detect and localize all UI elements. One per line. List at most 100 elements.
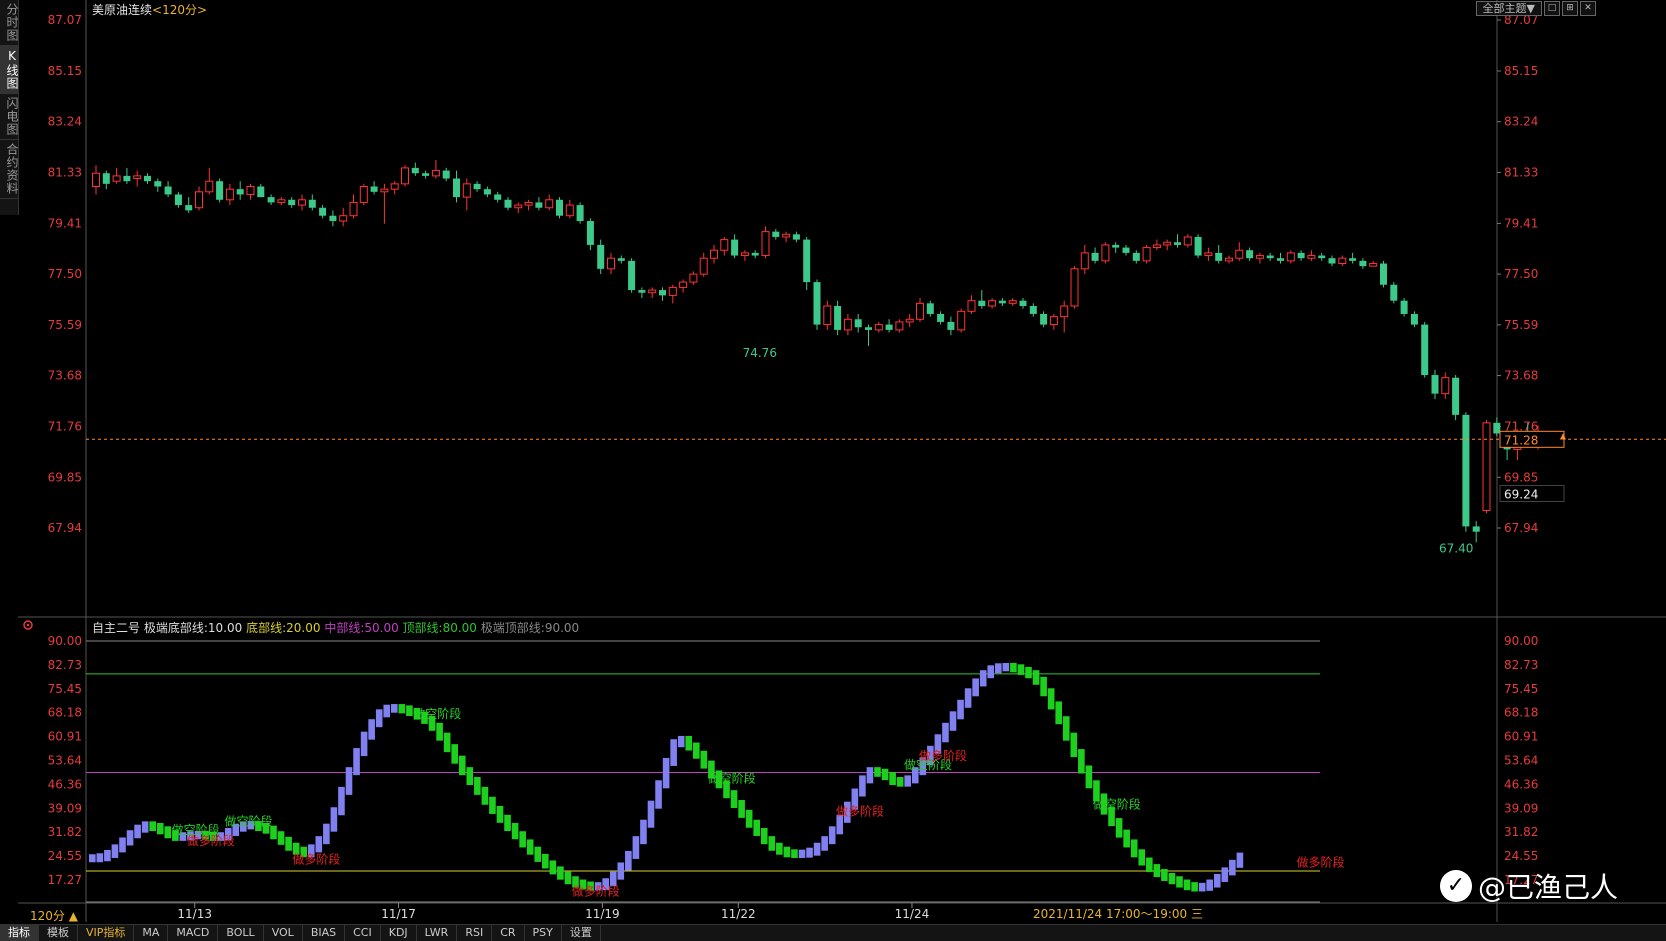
main-axis-right-5: 77.50 <box>1504 267 1538 281</box>
candle-body-down <box>586 221 594 245</box>
indicator-name: 自主二号 <box>92 621 141 635</box>
candle-body-down <box>1215 252 1223 261</box>
bottom-tab-lwr[interactable]: LWR <box>417 925 458 941</box>
indicator-bar <box>964 688 972 708</box>
phase-label-1: 做多阶段 <box>187 833 235 848</box>
indicator-bar <box>353 748 360 776</box>
indicator-bar <box>504 814 511 832</box>
bottom-tab-bias[interactable]: BIAS <box>303 925 346 941</box>
candle-body-up <box>1255 255 1264 259</box>
indicator-settings-icon[interactable] <box>23 620 33 630</box>
indicator-bar <box>466 767 474 786</box>
indicator-bar <box>859 775 866 797</box>
candle-body-down <box>1174 242 1181 245</box>
bottom-tab-ma[interactable]: MA <box>134 925 169 941</box>
candle-body-down <box>617 258 625 261</box>
layout-icon[interactable]: ⊞ <box>1562 1 1578 16</box>
candle-body-down <box>1277 258 1284 261</box>
indicator-bar <box>753 819 760 836</box>
indicator-bar <box>526 839 534 855</box>
indicator-bar <box>119 837 126 853</box>
bottom-tab-vip指标[interactable]: VIP指标 <box>78 925 135 941</box>
candle-body-up <box>1070 268 1079 307</box>
candle-body-up <box>359 186 368 203</box>
indicator-bar <box>655 780 662 809</box>
candle-body-down <box>1493 422 1501 434</box>
candle-body-down <box>411 167 419 174</box>
candle-body-up <box>524 201 533 206</box>
candle-body-down <box>442 170 450 179</box>
candle-body-down <box>792 234 800 240</box>
phase-label-10: 做空阶段 <box>1093 797 1141 812</box>
period-selector-button[interactable]: 120分 ▲ <box>30 907 78 924</box>
indicator-bar <box>647 800 655 828</box>
bottom-tab-模板[interactable]: 模板 <box>39 925 78 941</box>
candle-body-down <box>834 305 842 330</box>
bottom-tab-cr[interactable]: CR <box>492 925 525 941</box>
candle-body-up <box>1080 252 1089 270</box>
sub-axis-right-0: 90.00 <box>1504 634 1538 648</box>
indicator-bar <box>979 670 987 687</box>
sub-axis-left-1: 82.73 <box>48 658 82 672</box>
candle-body-down <box>236 189 244 195</box>
candle-body-down <box>216 181 224 200</box>
candle-body-up <box>782 233 791 238</box>
sub-axis-left-7: 39.09 <box>48 801 82 815</box>
bottom-tab-macd[interactable]: MACD <box>168 925 219 941</box>
candle-body-down <box>154 181 162 187</box>
close-icon[interactable]: ✕ <box>1580 1 1596 16</box>
restore-icon[interactable]: □ <box>1544 1 1560 16</box>
indicator-bar <box>791 849 798 858</box>
symbol-name: 美原油连续 <box>92 3 153 17</box>
candle-body-down <box>1246 250 1254 259</box>
candle-body-up <box>895 321 904 331</box>
candle-body-down <box>329 215 337 222</box>
indicator-bar <box>1085 765 1093 789</box>
indicator-tab-strip: 指标 模板 VIP指标 MA MACD BOLL VOL BIAS CCI KDJ LWR RSI CR… <box>0 924 1666 941</box>
bottom-tab-rsi[interactable]: RSI <box>457 925 493 941</box>
candle-body-down <box>576 205 584 222</box>
indicator-bar <box>1070 732 1078 758</box>
candle-body-up <box>431 170 440 177</box>
indicator-bar <box>451 744 458 764</box>
indicator-bar <box>783 846 791 858</box>
candle-body-up <box>988 300 997 307</box>
candle-body-down <box>597 244 605 269</box>
indicator-legend: 自主二号 极端底部线:10.00 底部线:20.00 中部线:50.00 顶部线… <box>92 619 579 636</box>
indicator-bar <box>806 847 813 858</box>
last-price-label: 71.28 <box>1504 433 1538 447</box>
main-axis-left-6: 75.59 <box>48 318 82 332</box>
candle-body-up <box>1482 422 1491 511</box>
main-axis-left-3: 81.33 <box>48 165 82 179</box>
candle-body-down <box>1400 300 1408 314</box>
date-label-0: 11/13 <box>177 907 212 921</box>
main-axis-left-7: 73.68 <box>48 369 82 383</box>
candle-body-up <box>133 175 142 180</box>
indicator-bar <box>874 767 881 777</box>
indicator-bar <box>1040 676 1047 697</box>
bottom-tab-vol[interactable]: VOL <box>264 925 303 941</box>
indicator-bar <box>1198 882 1206 892</box>
indicator-bar <box>111 844 119 858</box>
bottom-tab-cci[interactable]: CCI <box>345 925 381 941</box>
indicator-bar <box>1229 859 1236 876</box>
bottom-tab-kdj[interactable]: KDJ <box>381 925 417 941</box>
candle-body-down <box>1132 252 1140 261</box>
bottom-tab-指标[interactable]: 指标 <box>0 925 39 941</box>
sub-axis-right-9: 24.55 <box>1504 849 1538 863</box>
indicator-bar <box>745 809 753 828</box>
bottom-tab-设置[interactable]: 设置 <box>562 925 601 941</box>
candle-body-up <box>390 183 399 190</box>
indicator-bar <box>798 849 806 858</box>
theme-dropdown[interactable]: 全部主题▼ <box>1475 1 1542 16</box>
indicator-bar <box>1138 849 1146 866</box>
top-right-controls: 全部主题▼ □ ⊞ ✕ <box>1475 1 1596 16</box>
sub-axis-left-10: 17.27 <box>48 873 82 887</box>
phase-label-7: 做多阶段 <box>836 804 884 819</box>
candle-body-up <box>112 175 121 182</box>
candle-body-up <box>1163 241 1172 246</box>
sub-axis-left-5: 53.64 <box>48 753 82 767</box>
bottom-tab-psy[interactable]: PSY <box>525 925 562 941</box>
candle-body-down <box>288 199 296 206</box>
bottom-tab-boll[interactable]: BOLL <box>218 925 264 941</box>
